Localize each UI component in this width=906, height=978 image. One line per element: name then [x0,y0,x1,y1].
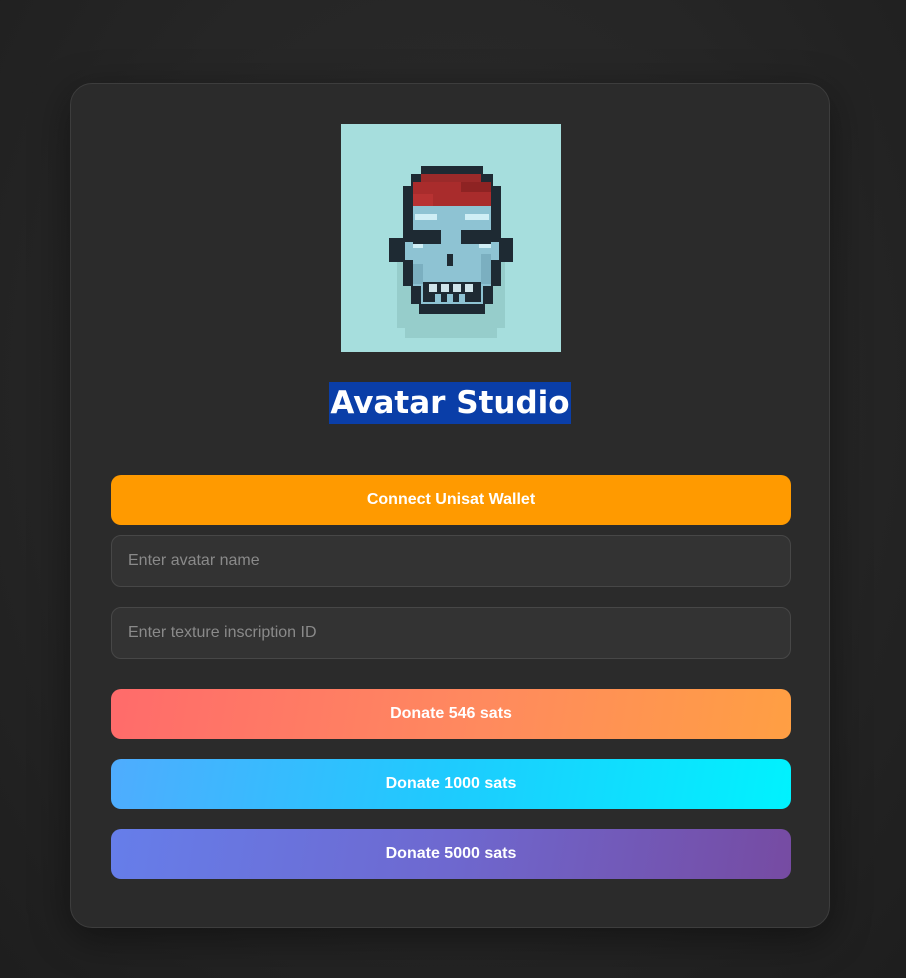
page-title: Avatar Studio [329,382,571,424]
connect-wallet-button[interactable]: Connect Unisat Wallet [111,475,791,525]
page-title-container: Avatar Studio [71,382,829,426]
texture-inscription-input[interactable] [111,607,791,659]
avatar-image [341,124,561,352]
donate-5000-button[interactable]: Donate 5000 sats [111,829,791,879]
donate-546-button[interactable]: Donate 546 sats [111,689,791,739]
pixel-skull-icon [389,166,513,338]
avatar-name-input[interactable] [111,535,791,587]
avatar-studio-card: Avatar Studio Connect Unisat Wallet Dona… [70,83,830,928]
donate-1000-button[interactable]: Donate 1000 sats [111,759,791,809]
